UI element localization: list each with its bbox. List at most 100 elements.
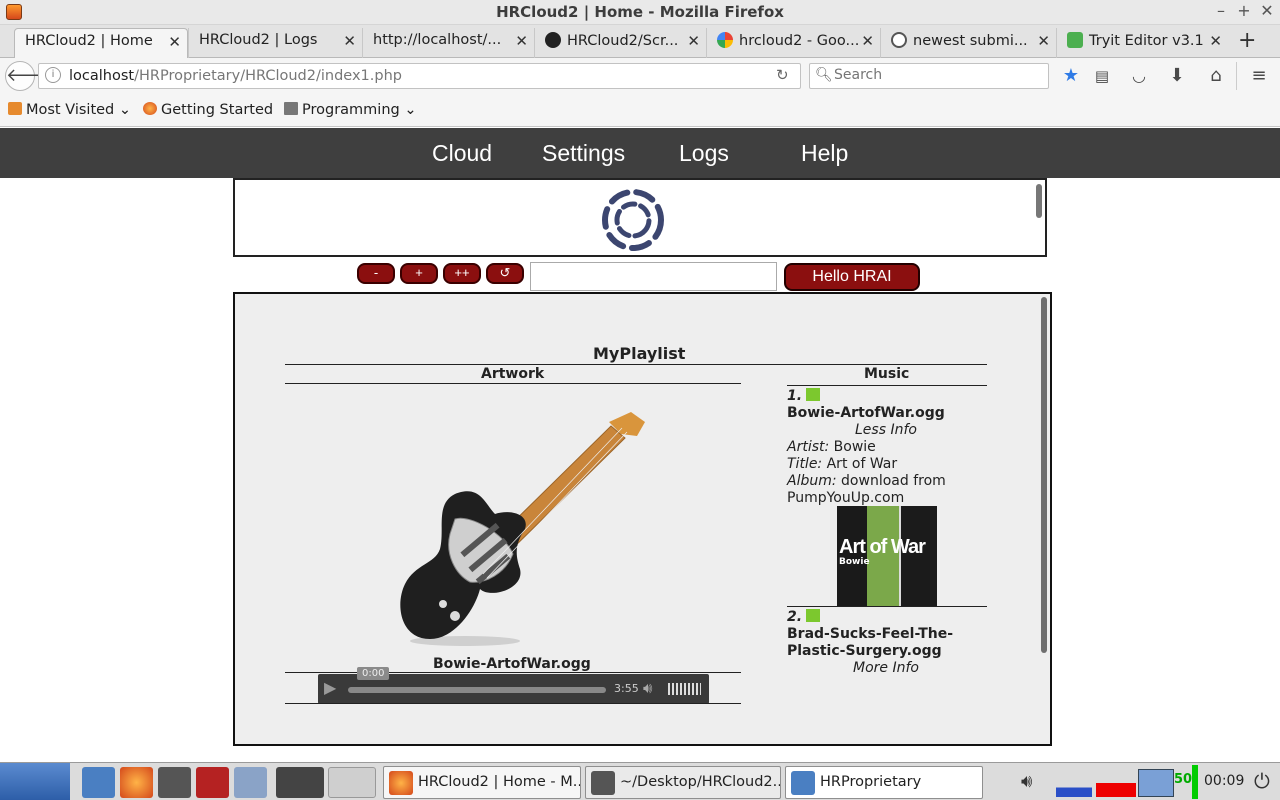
url-bar[interactable]: i localhost/HRProprietary/HRCloud2/index… [38,63,801,89]
taskbar-window-label: ~/Desktop/HRCloud2... [620,774,781,790]
close-tab-icon[interactable]: ✕ [1209,32,1222,50]
track-2-file[interactable]: Brad-Sucks-Feel-The- [787,626,953,642]
volume-icon[interactable]: 🔊︎ [643,679,652,697]
hello-hrai-button[interactable]: Hello HRAI [784,263,920,291]
network-icon[interactable] [1138,769,1174,797]
start-menu-icon[interactable] [0,763,70,800]
tab-label: http://localhost/... [373,32,502,48]
github-icon [545,32,561,48]
play-track-1-icon[interactable] [806,388,821,401]
site-nav: Cloud Settings Logs Help [0,128,1280,178]
downloads-icon[interactable]: ⬇ [1166,62,1188,90]
workspace-1-icon[interactable] [276,767,324,798]
close-tab-icon[interactable]: ✕ [1037,32,1050,50]
new-tab-icon[interactable]: + [1238,28,1256,53]
reload-icon[interactable]: ↻ [776,66,789,84]
nav-settings[interactable]: Settings [542,140,625,167]
close-tab-icon[interactable]: ✕ [687,32,700,50]
file-manager-icon[interactable] [82,767,115,798]
divider [285,703,741,704]
logo-frame-scrollbar[interactable] [1035,182,1043,254]
tab-tryit-editor[interactable]: Tryit Editor v3.1 ✕ [1056,28,1228,58]
url-text: localhost/HRProprietary/HRCloud2/index1.… [69,68,402,84]
nav-help[interactable]: Help [801,140,848,167]
play-icon[interactable]: ▶ [324,678,336,697]
audio-seek-bar[interactable] [348,687,606,693]
play-track-2-icon[interactable] [806,609,821,622]
tab-github[interactable]: HRCloud2/Scr... ✕ [534,28,706,58]
tab-localhost[interactable]: http://localhost/... ✕ [362,28,534,58]
tab-reddit[interactable]: newest submi... ✕ [880,28,1056,58]
search-box[interactable]: 🔍︎ [809,63,1049,89]
close-tab-icon[interactable]: ✕ [343,32,356,50]
sublime-text-icon[interactable] [158,767,191,798]
window-switch-icon[interactable] [234,767,267,798]
app-launch-icon[interactable] [196,767,229,798]
info-icon[interactable]: i [45,67,61,83]
track-1-file[interactable]: Bowie-ArtofWar.ogg [787,405,945,421]
bookmark-getting-started[interactable]: Getting Started [143,102,273,118]
tab-hrcloud2-logs[interactable]: HRCloud2 | Logs ✕ [188,28,362,58]
nav-cloud[interactable]: Cloud [432,140,492,167]
taskbar-sublime-window[interactable]: ~/Desktop/HRCloud2... [585,766,781,799]
reading-list-icon[interactable]: ▤ [1091,62,1113,90]
tab-hrcloud2-home[interactable]: HRCloud2 | Home ✕ [14,28,188,59]
volume-tray-icon[interactable]: 🔊︎ [1021,771,1032,792]
tab-label: newest submi... [913,33,1028,49]
home-icon[interactable]: ⌂ [1204,62,1228,90]
minimize-icon[interactable]: – [1211,1,1231,20]
close-window-icon[interactable]: ✕ [1257,1,1277,20]
album-cover-title: Art of War [839,536,926,558]
window-title: HRCloud2 | Home - Mozilla Firefox [496,3,784,21]
increase-button[interactable]: + [400,263,438,284]
taskbar-file-manager-window[interactable]: HRProprietary [785,766,983,799]
refresh-button[interactable]: ↺ [486,263,524,284]
divider [285,672,741,673]
less-info-link[interactable]: Less Info [855,422,917,438]
taskbar-firefox-window[interactable]: HRCloud2 | Home - M... [383,766,581,799]
power-icon[interactable]: ⏻ [1254,769,1270,793]
track-1-album-cont: PumpYouUp.com [787,490,905,506]
hrcloud-logo-icon [602,189,664,251]
chevron-down-icon: ⌄ [114,102,132,118]
track-1-title: Title: Art of War [787,456,898,472]
navigation-toolbar: 🡐 i localhost/HRProprietary/HRCloud2/ind… [0,58,1280,94]
sublime-text-icon [591,771,615,795]
folder-icon [284,102,298,115]
volume-slider[interactable] [668,683,701,695]
back-icon[interactable]: 🡐 [5,61,54,91]
maximize-icon[interactable]: + [1234,1,1254,20]
playlist-title: MyPlaylist [593,344,686,363]
guitar-artwork [400,412,645,646]
track-2-file-cont[interactable]: Plastic-Surgery.ogg [787,643,942,659]
tab-label: Tryit Editor v3.1 [1089,33,1204,49]
increase-more-button[interactable]: ++ [443,263,481,284]
battery-icon[interactable] [1192,765,1198,799]
bookmark-star-icon[interactable]: ★ [1059,62,1083,90]
chevron-down-icon: ⌄ [399,102,417,118]
audio-player[interactable]: ▶ 0:00 3:55 🔊︎ [318,667,709,704]
close-tab-icon[interactable]: ✕ [515,32,528,50]
hrai-input[interactable] [530,262,777,291]
close-tab-icon[interactable]: ✕ [168,33,181,51]
album-cover: Art of War Bowie [837,506,937,606]
track-1-artist: Artist: Bowie [787,439,876,455]
more-info-link[interactable]: More Info [853,660,919,676]
firefox-icon [143,102,157,115]
tab-google[interactable]: hrcloud2 - Goo... ✕ [706,28,880,58]
decrease-button[interactable]: - [357,263,395,284]
search-input[interactable] [834,67,1034,83]
bookmark-most-visited[interactable]: Most Visited ⌄ [8,102,131,118]
workspace-2-icon[interactable] [328,767,376,798]
close-tab-icon[interactable]: ✕ [861,32,874,50]
bookmark-label: Programming [302,102,400,118]
nav-logs[interactable]: Logs [679,140,729,167]
bookmark-programming[interactable]: Programming ⌄ [284,102,417,118]
pocket-icon[interactable]: ◡ [1128,62,1150,90]
menu-icon[interactable]: ≡ [1248,62,1270,90]
playlist-frame-scrollbar[interactable] [1040,297,1048,743]
divider [285,383,741,384]
firefox-launch-icon[interactable] [120,767,153,798]
bookmark-label: Getting Started [161,102,274,118]
clock[interactable]: 00:09 [1204,773,1244,789]
